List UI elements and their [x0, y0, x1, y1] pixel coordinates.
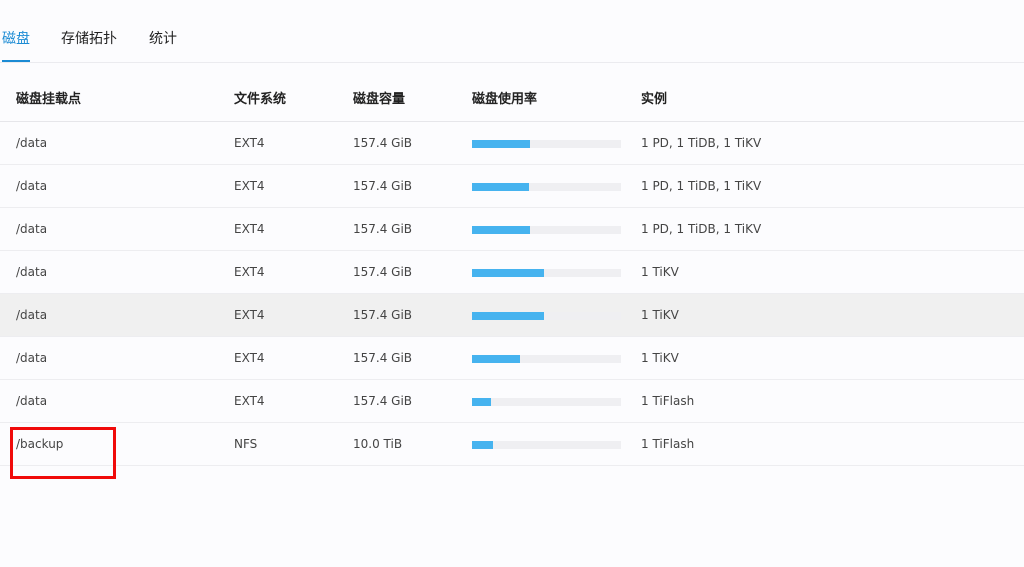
instances-cell: 1 PD, 1 TiDB, 1 TiKV [641, 136, 762, 150]
file-system-cell: EXT4 [234, 265, 265, 279]
file-system-cell: EXT4 [234, 179, 265, 193]
capacity-cell: 157.4 GiB [353, 351, 413, 365]
file-system-cell: EXT4 [234, 136, 265, 150]
usage-bar-fill [472, 312, 544, 320]
usage-bar [472, 312, 621, 320]
tab-disks[interactable]: 磁盘 [2, 30, 30, 48]
tab-statistics[interactable]: 统计 [149, 30, 177, 48]
usage-bar [472, 355, 621, 363]
mount-point-cell: /backup [16, 437, 64, 451]
mount-point-cell: /data [16, 179, 48, 193]
instances-cell: 1 TiFlash [641, 437, 695, 451]
column-header-capacity: 磁盘容量 [353, 92, 406, 107]
usage-bar [472, 269, 621, 277]
usage-bar [472, 398, 621, 406]
column-header-instances: 实例 [641, 92, 668, 107]
mount-point-cell: /data [16, 351, 48, 365]
table-body: /data EXT4 157.4 GiB 1 PD, 1 TiDB, 1 TiKV/d… [0, 122, 1024, 466]
usage-bar [472, 441, 621, 449]
instances-cell: 1 PD, 1 TiDB, 1 TiKV [641, 179, 762, 193]
usage-bar [472, 183, 621, 191]
table-header: 磁盘挂载点 文件系统 磁盘容量 磁盘使用率 实例 [0, 79, 1024, 122]
usage-bar [472, 226, 621, 234]
disk-table: 磁盘挂载点 文件系统 磁盘容量 磁盘使用率 实例 /data EXT4 157.4 … [0, 79, 1024, 466]
instances-cell: 1 TiKV [641, 308, 679, 322]
capacity-cell: 157.4 GiB [353, 222, 413, 236]
capacity-cell: 157.4 GiB [353, 308, 413, 322]
usage-bar-fill [472, 398, 491, 406]
instances-cell: 1 PD, 1 TiDB, 1 TiKV [641, 222, 762, 236]
instances-cell: 1 TiKV [641, 265, 679, 279]
usage-bar-fill [472, 355, 520, 363]
capacity-cell: 157.4 GiB [353, 179, 413, 193]
file-system-cell: EXT4 [234, 222, 265, 236]
capacity-cell: 157.4 GiB [353, 394, 413, 408]
mount-point-cell: /data [16, 136, 48, 150]
file-system-cell: EXT4 [234, 394, 265, 408]
capacity-cell: 10.0 TiB [353, 437, 403, 451]
table-row[interactable]: /data EXT4 157.4 GiB 1 PD, 1 TiDB, 1 TiKV [0, 165, 1024, 208]
mount-point-cell: /data [16, 394, 48, 408]
instances-cell: 1 TiKV [641, 351, 679, 365]
active-tab-indicator [2, 60, 30, 62]
usage-bar-fill [472, 140, 530, 148]
tab-bar: 磁盘 存储拓扑 统计 [0, 0, 1024, 63]
table-row[interactable]: /data EXT4 157.4 GiB 1 PD, 1 TiDB, 1 TiKV [0, 208, 1024, 251]
file-system-cell: NFS [234, 437, 258, 451]
table-row[interactable]: /data EXT4 157.4 GiB 1 TiKV [0, 337, 1024, 380]
column-header-usage: 磁盘使用率 [472, 92, 538, 107]
usage-bar-fill [472, 183, 529, 191]
usage-bar-fill [472, 441, 493, 449]
file-system-cell: EXT4 [234, 308, 265, 322]
column-header-file-system: 文件系统 [234, 92, 287, 107]
column-header-mount-point: 磁盘挂载点 [16, 92, 82, 107]
table-row[interactable]: /data EXT4 157.4 GiB 1 TiKV [0, 251, 1024, 294]
usage-bar-fill [472, 226, 530, 234]
table-row[interactable]: /data EXT4 157.4 GiB 1 TiKV [0, 294, 1024, 337]
usage-bar-fill [472, 269, 544, 277]
instances-cell: 1 TiFlash [641, 394, 695, 408]
capacity-cell: 157.4 GiB [353, 136, 413, 150]
tab-storage-topology[interactable]: 存储拓扑 [61, 30, 117, 48]
table-row[interactable]: /data EXT4 157.4 GiB 1 PD, 1 TiDB, 1 TiKV [0, 122, 1024, 165]
mount-point-cell: /data [16, 222, 48, 236]
capacity-cell: 157.4 GiB [353, 265, 413, 279]
mount-point-cell: /data [16, 308, 48, 322]
table-row[interactable]: /data EXT4 157.4 GiB 1 TiFlash [0, 380, 1024, 423]
usage-bar [472, 140, 621, 148]
mount-point-cell: /data [16, 265, 48, 279]
file-system-cell: EXT4 [234, 351, 265, 365]
table-row[interactable]: /backup NFS 10.0 TiB 1 TiFlash [0, 423, 1024, 466]
